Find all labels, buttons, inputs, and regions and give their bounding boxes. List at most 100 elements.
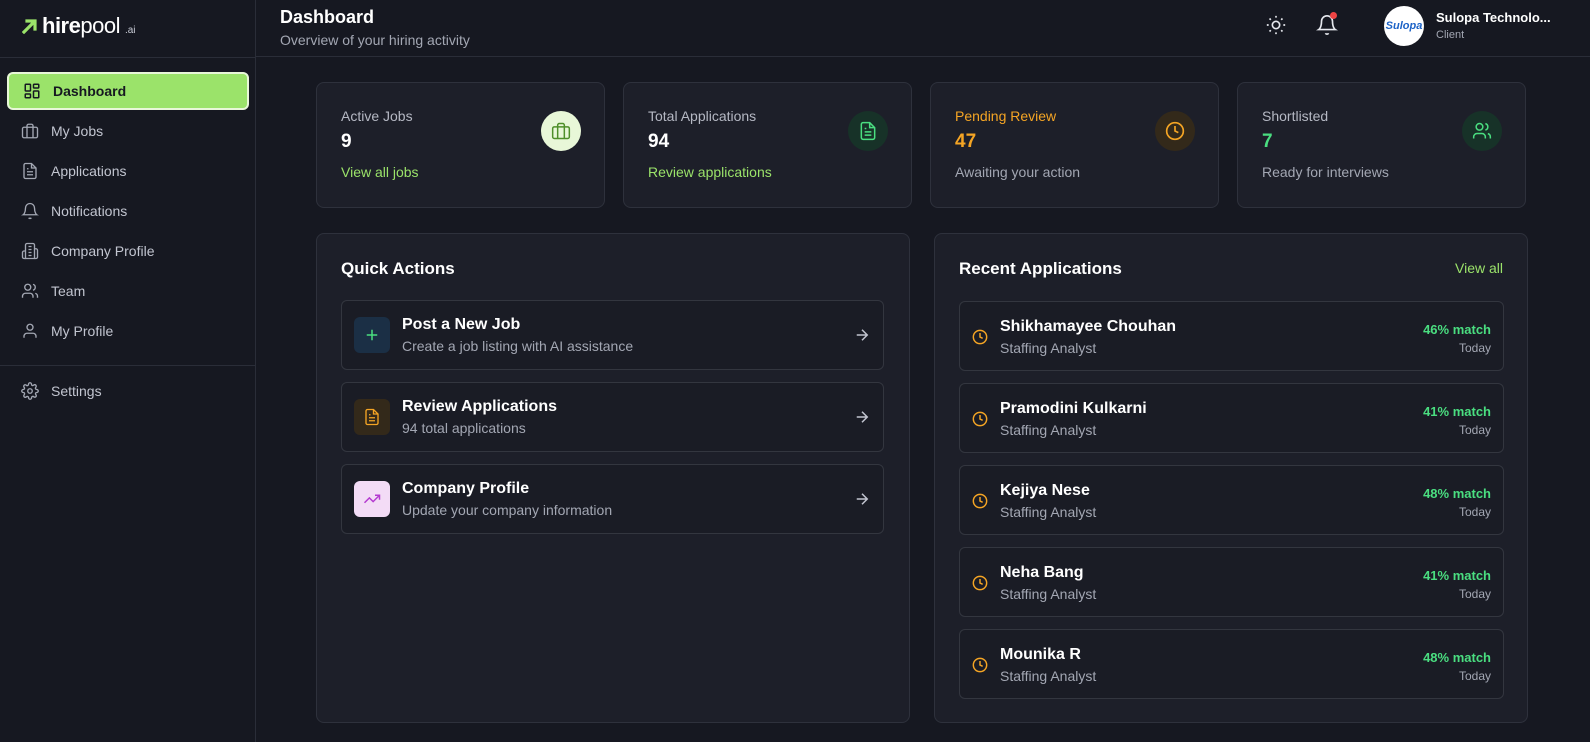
users-icon bbox=[21, 283, 39, 298]
post-new-job-action[interactable]: Post a New Job Create a job listing with… bbox=[341, 300, 884, 370]
application-row[interactable]: Kejiya Nese Staffing Analyst 48% match T… bbox=[959, 465, 1504, 535]
sidebar-item-label: My Profile bbox=[51, 323, 114, 339]
clock-icon bbox=[972, 411, 988, 427]
stat-note: Awaiting your action bbox=[955, 164, 1081, 180]
clock-icon bbox=[1165, 121, 1185, 141]
sidebar-item-team[interactable]: Team bbox=[7, 272, 249, 310]
stat-note: Ready for interviews bbox=[1262, 164, 1389, 180]
stat-card-active-jobs: Active Jobs 9 View all jobs bbox=[316, 82, 605, 208]
user-icon bbox=[23, 323, 37, 338]
action-icon-wrap bbox=[354, 481, 390, 517]
action-icon-wrap bbox=[354, 317, 390, 353]
stat-card-shortlisted: Shortlisted 7 Ready for interviews bbox=[1237, 82, 1526, 208]
sidebar-item-applications[interactable]: Applications bbox=[7, 152, 249, 190]
sidebar-item-label: Applications bbox=[51, 163, 127, 179]
applicant-role: Staffing Analyst bbox=[1000, 340, 1097, 356]
document-icon bbox=[23, 162, 37, 180]
gear-icon bbox=[21, 382, 39, 400]
brand-logo[interactable]: hirepool .ai bbox=[22, 13, 136, 38]
document-icon bbox=[860, 121, 876, 141]
application-row[interactable]: Pramodini Kulkarni Staffing Analyst 41% … bbox=[959, 383, 1504, 453]
applicant-role: Staffing Analyst bbox=[1000, 668, 1097, 684]
review-applications-link[interactable]: Review applications bbox=[648, 164, 772, 180]
sidebar-item-my-jobs[interactable]: My Jobs bbox=[7, 112, 249, 150]
sidebar-item-settings[interactable]: Settings bbox=[7, 372, 249, 410]
applicant-role: Staffing Analyst bbox=[1000, 422, 1097, 438]
applied-date: Today bbox=[1458, 669, 1491, 683]
bell-icon bbox=[21, 202, 39, 220]
recent-applications-title: Recent Applications bbox=[959, 259, 1122, 278]
sidebar-item-dashboard[interactable]: Dashboard bbox=[7, 72, 249, 110]
users-icon bbox=[1472, 122, 1492, 139]
sidebar-item-label: Company Profile bbox=[51, 243, 155, 259]
plus-icon bbox=[366, 329, 378, 341]
arrow-right-icon bbox=[856, 411, 869, 423]
brand-suffix: .ai bbox=[124, 24, 136, 36]
trending-up-icon bbox=[363, 494, 381, 504]
application-row[interactable]: Shikhamayee Chouhan Staffing Analyst 46%… bbox=[959, 301, 1504, 371]
applied-date: Today bbox=[1458, 341, 1491, 355]
application-row[interactable]: Neha Bang Staffing Analyst 41% match Tod… bbox=[959, 547, 1504, 617]
applicant-role: Staffing Analyst bbox=[1000, 504, 1097, 520]
sidebar-item-notifications[interactable]: Notifications bbox=[7, 192, 249, 230]
stat-icon-wrap bbox=[848, 111, 888, 151]
action-icon-wrap bbox=[354, 399, 390, 435]
applicant-name: Neha Bang bbox=[1000, 564, 1084, 581]
applicant-name: Shikhamayee Chouhan bbox=[1000, 318, 1177, 335]
application-row[interactable]: Mounika R Staffing Analyst 48% match Tod… bbox=[959, 629, 1504, 699]
action-subtitle: Update your company information bbox=[402, 502, 613, 518]
sidebar-item-my-profile[interactable]: My Profile bbox=[7, 312, 249, 350]
notifications-button[interactable] bbox=[1316, 12, 1338, 36]
arrow-right-icon bbox=[856, 329, 869, 341]
sidebar-item-label: Settings bbox=[51, 383, 102, 399]
applied-date: Today bbox=[1458, 587, 1491, 601]
sidebar-item-label: My Jobs bbox=[51, 123, 104, 139]
sidebar-item-company-profile[interactable]: Company Profile bbox=[7, 232, 249, 270]
briefcase-icon bbox=[551, 122, 571, 140]
building-icon bbox=[21, 242, 39, 260]
stat-label: Total Applications bbox=[648, 108, 757, 124]
clock-icon bbox=[972, 493, 988, 509]
action-subtitle: 94 total applications bbox=[402, 420, 526, 436]
stat-card-total-applications: Total Applications 94 Review application… bbox=[623, 82, 912, 208]
quick-actions-panel: Quick Actions Post a New Job Create a jo… bbox=[316, 233, 910, 723]
document-icon bbox=[365, 408, 379, 426]
stat-icon-wrap bbox=[1155, 111, 1195, 151]
sun-icon[interactable] bbox=[1265, 14, 1287, 36]
stat-card-pending-review: Pending Review 47 Awaiting your action bbox=[930, 82, 1219, 208]
user-name[interactable]: Sulopa Technolo... bbox=[1436, 10, 1558, 25]
company-profile-action[interactable]: Company Profile Update your company info… bbox=[341, 464, 884, 534]
match-score: 48% match bbox=[1423, 486, 1491, 501]
stat-value: 94 bbox=[648, 131, 670, 152]
applicant-role: Staffing Analyst bbox=[1000, 586, 1097, 602]
arrow-right-icon bbox=[856, 493, 869, 505]
sidebar: hirepool .ai Dashboard My Jobs Applicati… bbox=[0, 0, 256, 742]
briefcase-icon bbox=[21, 123, 39, 139]
applicant-name: Mounika R bbox=[1000, 646, 1081, 663]
applied-date: Today bbox=[1458, 423, 1491, 437]
logo-arrow-icon bbox=[22, 19, 37, 34]
applied-date: Today bbox=[1458, 505, 1491, 519]
stat-value: 7 bbox=[1262, 131, 1273, 152]
action-subtitle: Create a job listing with AI assistance bbox=[402, 338, 634, 354]
stat-label: Shortlisted bbox=[1262, 108, 1329, 124]
stat-icon-wrap bbox=[541, 111, 581, 151]
clock-icon bbox=[972, 329, 988, 345]
view-all-link[interactable]: View all bbox=[1455, 260, 1503, 276]
recent-applications-panel: Recent Applications View all Shikhamayee… bbox=[934, 233, 1528, 723]
sidebar-item-label: Notifications bbox=[51, 203, 128, 219]
quick-actions-title: Quick Actions bbox=[341, 259, 455, 278]
avatar[interactable]: Sulopa bbox=[1384, 6, 1424, 46]
notification-dot bbox=[1330, 12, 1337, 19]
user-role: Client bbox=[1436, 29, 1465, 41]
view-all-jobs-link[interactable]: View all jobs bbox=[341, 164, 419, 180]
clock-icon bbox=[972, 575, 988, 591]
stat-value: 47 bbox=[955, 131, 977, 152]
stat-label: Pending Review bbox=[955, 108, 1057, 124]
sidebar-nav: Dashboard My Jobs Applications Notificat… bbox=[7, 72, 249, 352]
page-subtitle: Overview of your hiring activity bbox=[280, 32, 470, 48]
match-score: 41% match bbox=[1423, 568, 1491, 583]
stat-label: Active Jobs bbox=[341, 108, 413, 124]
review-applications-action[interactable]: Review Applications 94 total application… bbox=[341, 382, 884, 452]
page-title: Dashboard bbox=[280, 7, 375, 27]
